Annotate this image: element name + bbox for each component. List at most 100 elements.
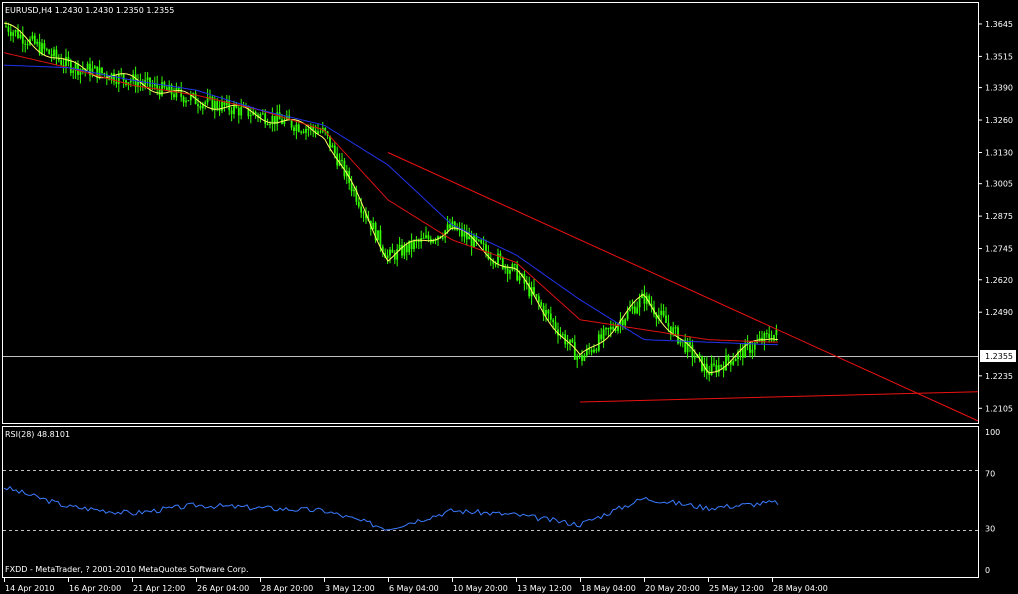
candle-body (269, 123, 271, 125)
candle-body (266, 123, 269, 125)
candle-body (45, 48, 48, 50)
candle-body (230, 110, 233, 115)
candle-body (497, 253, 499, 264)
moving-averages (3, 22, 779, 374)
candle-body (583, 355, 586, 361)
candle-body (360, 206, 363, 213)
candle-body (398, 244, 401, 250)
candle-body (441, 237, 444, 239)
candle-body (463, 232, 466, 237)
candle-body (590, 349, 593, 353)
candle-body (17, 30, 19, 38)
x-tick-label: 16 Apr 20:00 (69, 584, 121, 593)
candle-body (204, 102, 207, 104)
candle-body (319, 131, 322, 133)
candle-body (389, 249, 391, 256)
candle-body (372, 222, 375, 230)
candle-body (177, 87, 180, 90)
candle-body (405, 245, 408, 253)
candle-body (9, 31, 12, 36)
candle-body (552, 319, 555, 323)
y-tick-label: 1.3645 (985, 20, 1013, 29)
candle-body (62, 64, 65, 66)
candle-body (103, 73, 106, 75)
rsi-panel-title: RSI(28) 48.8101 (5, 430, 70, 439)
candle-body (129, 80, 132, 83)
candle-body (734, 359, 737, 362)
candle-body (660, 310, 663, 315)
x-tick-label: 28 Apr 20:00 (261, 584, 313, 593)
candle-body (468, 236, 471, 240)
candle-body (708, 372, 711, 375)
candle-body (720, 365, 723, 367)
candle-body (305, 128, 307, 133)
main-panel-title: EURUSD,H4 1.2430 1.2430 1.2350 1.2355 (5, 6, 174, 15)
candle-body (631, 306, 634, 309)
candle-body (36, 41, 39, 44)
candle-body (588, 348, 591, 350)
y-tick-label: 1.3515 (985, 52, 1013, 61)
candle-body (187, 100, 190, 102)
candle-body (751, 349, 754, 353)
candle-body (297, 124, 300, 132)
candle-body (307, 128, 310, 130)
candle-body (122, 74, 125, 81)
candle-body (749, 343, 751, 353)
candle-body (151, 85, 154, 87)
candle-body (149, 77, 151, 87)
x-tick-label: 20 May 20:00 (645, 584, 700, 593)
candle-body (264, 113, 267, 124)
candle-body (518, 275, 521, 281)
candle-body (182, 96, 185, 103)
candle-body (48, 49, 51, 55)
candle-body (446, 224, 449, 231)
candle-body (633, 306, 636, 314)
candle-body (31, 35, 34, 39)
candle-body (727, 355, 730, 361)
rsi-y-tick-label: 70 (985, 469, 995, 478)
candle-body (24, 43, 27, 45)
rsi-panel-frame (2, 426, 979, 578)
y-tick-label: 1.2490 (985, 308, 1013, 317)
candle-body (621, 320, 624, 326)
candle-body (21, 34, 24, 44)
y-tick-label: 1.3130 (985, 148, 1013, 157)
candle-body (427, 235, 430, 239)
candle-body (485, 244, 487, 252)
rsi-y-tick-label: 30 (985, 525, 995, 534)
candle-body (209, 96, 211, 98)
candle-body (425, 235, 427, 238)
candle-body (535, 294, 538, 297)
candle-body (362, 212, 365, 214)
candle-body (101, 67, 103, 74)
candle-body (93, 66, 96, 69)
candle-body (233, 105, 235, 115)
candle-body (741, 348, 744, 358)
trendlines (387, 152, 979, 422)
candle-body (417, 240, 420, 242)
candle-body (235, 105, 238, 108)
candle-body (293, 127, 295, 131)
candle-body (768, 333, 771, 339)
candle-body (691, 344, 694, 358)
candle-body (547, 310, 550, 314)
candle-body (391, 249, 394, 253)
candle-body (72, 70, 75, 73)
candle-body (117, 73, 120, 84)
candle-body (554, 322, 557, 330)
y-tick-label: 1.3260 (985, 116, 1013, 125)
x-tick-label: 26 Apr 04:00 (197, 584, 249, 593)
candle-body (249, 115, 252, 117)
candle-body (43, 43, 46, 49)
candle-body (605, 328, 607, 330)
candle-body (295, 124, 298, 131)
candle-body (185, 100, 187, 103)
candle-body (516, 264, 519, 281)
candle-body (482, 243, 485, 245)
y-tick-label: 1.2745 (985, 245, 1013, 254)
y-tick-label: 1.2875 (985, 212, 1013, 221)
candle-body (386, 255, 389, 258)
candle-body (237, 107, 240, 116)
ma-slow-line (3, 64, 778, 346)
candle-body (60, 60, 63, 65)
